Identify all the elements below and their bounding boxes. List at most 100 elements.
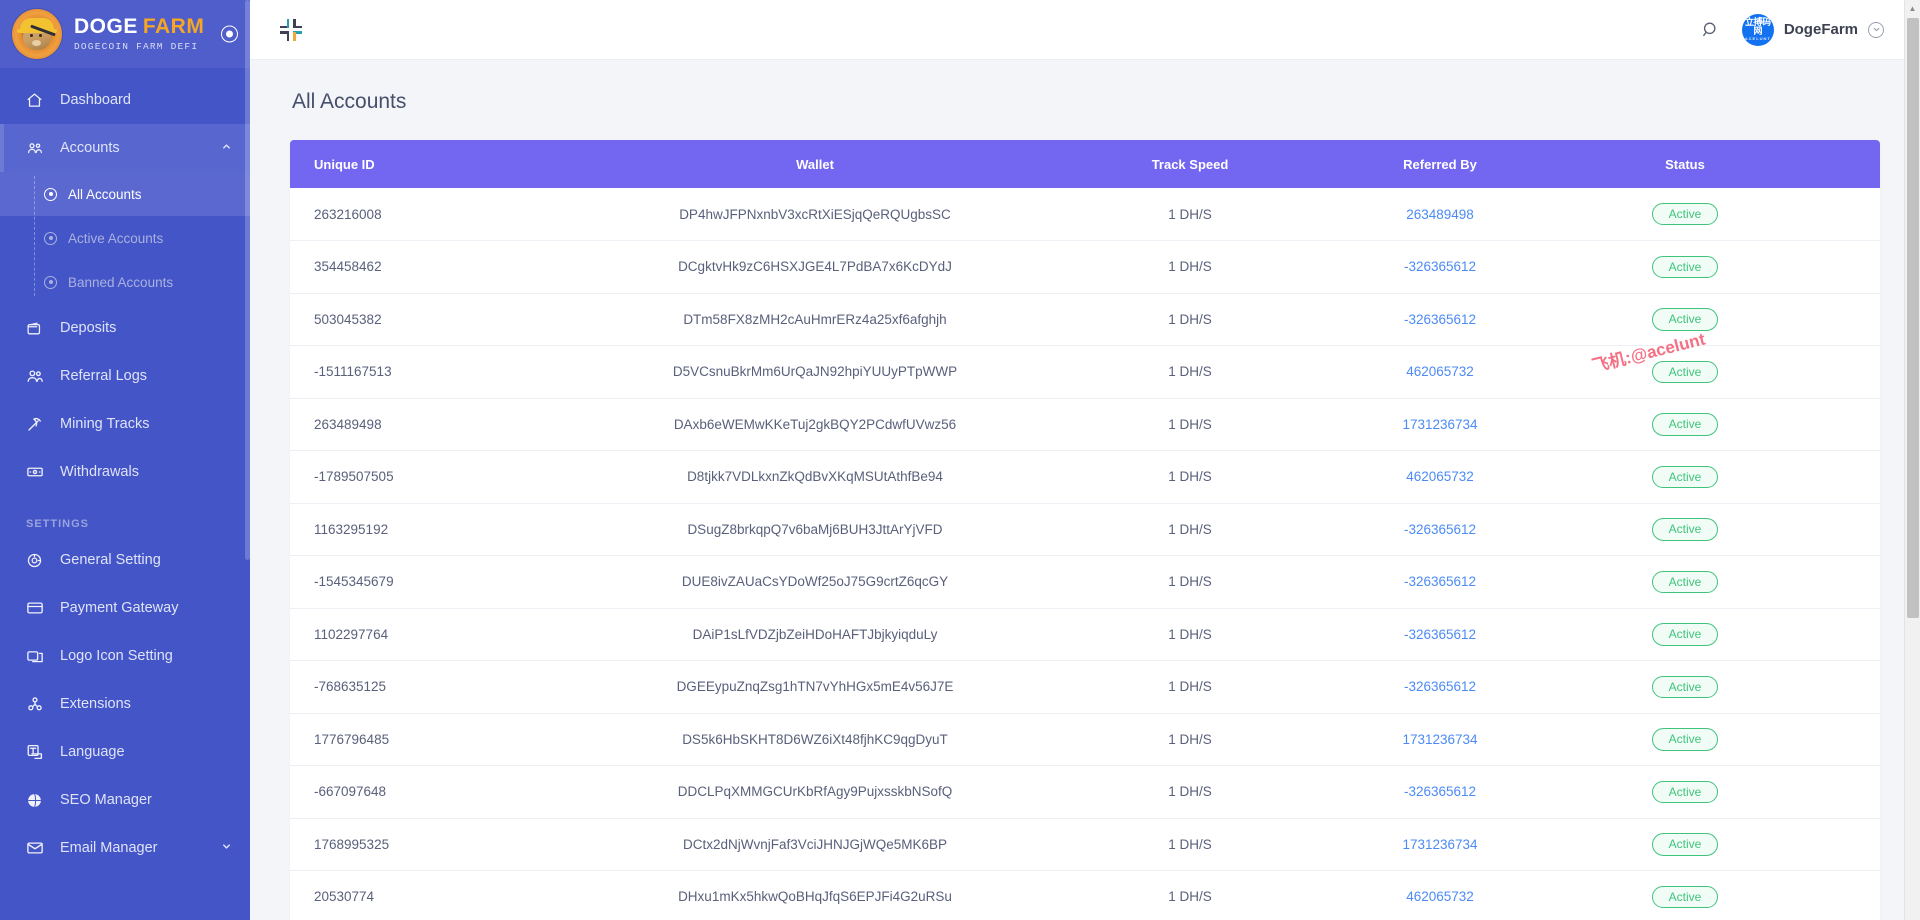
- sidebar-item-all-accounts[interactable]: All Accounts: [0, 172, 250, 216]
- sidebar-item-general-setting[interactable]: General Setting: [0, 536, 250, 584]
- table-row: -1511167513 D5VCsnuBkrMm6UrQaJN92hpiYUUyP…: [290, 345, 1880, 399]
- cell-unique-id: -1545345679: [290, 555, 560, 609]
- scroll-up-arrow-icon[interactable]: ▲: [1905, 0, 1920, 16]
- column-header-view: View: [1800, 140, 1880, 188]
- referred-by-link[interactable]: 263489498: [1406, 207, 1474, 222]
- referred-by-link[interactable]: -326365612: [1404, 627, 1476, 642]
- user-menu[interactable]: 立搏码网 ACELUNT DogeFarm: [1741, 13, 1884, 46]
- referred-by-link[interactable]: -326365612: [1404, 259, 1476, 274]
- referred-by-link[interactable]: -326365612: [1404, 312, 1476, 327]
- cell-referred-by: 263489498: [1310, 188, 1570, 241]
- cell-view: [1800, 818, 1880, 871]
- cell-track-speed: 1 DH/S: [1070, 713, 1310, 766]
- sidebar-item-language[interactable]: Language: [0, 728, 250, 776]
- page-title: All Accounts: [292, 90, 407, 113]
- cell-unique-id: -1511167513: [290, 345, 560, 399]
- accounts-submenu: All Accounts Active Accounts Banned Acco…: [0, 172, 250, 304]
- cell-track-speed: 1 DH/S: [1070, 870, 1310, 920]
- cell-wallet: D8tjkk7VDLkxnZkQdBvXKqMSUtAthfBe94: [560, 450, 1070, 504]
- column-header-referred-by: Referred By: [1310, 140, 1570, 188]
- cell-unique-id: 1768995325: [290, 818, 560, 871]
- referred-by-link[interactable]: 462065732: [1406, 469, 1474, 484]
- cell-wallet: DAxb6eWEMwKKeTuj2gkBQY2PCdwfUVwz56: [560, 398, 1070, 451]
- table-head: Unique ID Wallet Track Speed Referred By…: [290, 140, 1880, 188]
- sidebar-subitem-label: All Accounts: [68, 186, 142, 202]
- sidebar-item-label: Extensions: [60, 696, 131, 712]
- cell-unique-id: 503045382: [290, 293, 560, 346]
- extensions-icon: [26, 695, 50, 713]
- cell-track-speed: 1 DH/S: [1070, 398, 1310, 451]
- banknote-icon: [26, 463, 50, 481]
- cell-track-speed: 1 DH/S: [1070, 608, 1310, 661]
- cell-status: Active: [1570, 713, 1800, 766]
- referred-by-link[interactable]: 1731236734: [1402, 417, 1477, 432]
- collapse-sidebar-icon[interactable]: [278, 17, 304, 43]
- sidebar-item-active-accounts[interactable]: Active Accounts: [0, 216, 250, 260]
- brand-header[interactable]: DOGE FARM DOGECOIN FARM DEFI: [0, 0, 250, 68]
- status-badge: Active: [1651, 570, 1719, 593]
- cell-referred-by: -326365612: [1310, 240, 1570, 294]
- table-row: 503045382 DTm58FX8zMH2cAuHmrERz4a25xf6afg…: [290, 293, 1880, 346]
- sidebar-item-dashboard[interactable]: Dashboard: [0, 76, 250, 124]
- cell-status: Active: [1570, 398, 1800, 451]
- accounts-table: Unique ID Wallet Track Speed Referred By…: [290, 140, 1880, 920]
- cell-status: Active: [1570, 660, 1800, 714]
- sidebar-item-seo-manager[interactable]: SEO Manager: [0, 776, 250, 824]
- sidebar-item-deposits[interactable]: Deposits: [0, 304, 250, 352]
- search-icon[interactable]: [1701, 20, 1720, 39]
- status-badge: Active: [1651, 255, 1719, 278]
- target-dot-icon: [44, 275, 57, 289]
- referred-by-link[interactable]: 1731236734: [1402, 732, 1477, 747]
- cell-wallet: DSugZ8brkqpQ7v6baMj6BUH3JttArYjVFD: [560, 503, 1070, 556]
- cell-unique-id: 354458462: [290, 240, 560, 294]
- table-row: 1768995325 DCtx2dNjWvnjFaf3VciJHNJGjWQe5M…: [290, 818, 1880, 871]
- cell-view: [1800, 660, 1880, 714]
- page-scrollbar-thumb[interactable]: [1907, 18, 1919, 618]
- cell-referred-by: 1731236734: [1310, 398, 1570, 451]
- referred-by-link[interactable]: 462065732: [1406, 364, 1474, 379]
- status-badge: Active: [1651, 623, 1719, 646]
- cell-track-speed: 1 DH/S: [1070, 240, 1310, 294]
- sidebar-item-accounts[interactable]: Accounts: [0, 124, 250, 172]
- cell-wallet: DCtx2dNjWvnjFaf3VciJHNJGjWQe5MK6BP: [560, 818, 1070, 871]
- referred-by-link[interactable]: 462065732: [1406, 889, 1474, 904]
- sidebar-item-banned-accounts[interactable]: Banned Accounts: [0, 260, 250, 304]
- wallet-icon: [26, 320, 50, 337]
- table-row: -768635125 DGEEypuZnqZsg1hTN7vYhHGx5mE4v5…: [290, 660, 1880, 714]
- sidebar-item-referral-logs[interactable]: Referral Logs: [0, 352, 250, 400]
- page-scrollbar[interactable]: ▲: [1904, 0, 1920, 920]
- sidebar-item-extensions[interactable]: Extensions: [0, 680, 250, 728]
- status-badge: Active: [1651, 780, 1719, 803]
- sidebar-item-payment-gateway[interactable]: Payment Gateway: [0, 584, 250, 632]
- cell-wallet: DHxu1mKx5hkwQoBHqJfqS6EPJFi4G2uRSu: [560, 870, 1070, 920]
- sidebar-item-email-manager[interactable]: Email Manager: [0, 824, 250, 872]
- sidebar-item-mining-tracks[interactable]: Mining Tracks: [0, 400, 250, 448]
- cell-status: Active: [1570, 503, 1800, 556]
- referred-by-link[interactable]: -326365612: [1404, 679, 1476, 694]
- sidebar-item-logo-icon-setting[interactable]: Logo Icon Setting: [0, 632, 250, 680]
- column-header-wallet: Wallet: [560, 140, 1070, 188]
- cell-referred-by: -326365612: [1310, 293, 1570, 346]
- sidebar-nav: Dashboard Accounts All Accounts Active A…: [0, 68, 250, 872]
- chevron-down-circle-icon[interactable]: [1868, 21, 1884, 38]
- cell-status: Active: [1570, 870, 1800, 920]
- cell-view: [1800, 345, 1880, 399]
- referred-by-link[interactable]: 1731236734: [1402, 837, 1477, 852]
- referred-by-link[interactable]: -326365612: [1404, 522, 1476, 537]
- cell-track-speed: 1 DH/S: [1070, 818, 1310, 871]
- sidebar-item-withdrawals[interactable]: Withdrawals: [0, 448, 250, 496]
- sidebar-item-label: Withdrawals: [60, 464, 139, 480]
- radio-dot-icon[interactable]: [221, 25, 238, 43]
- table-row: 1776796485 DS5k6HbSKHT8D6WZ6iXt48fjhKC9qg…: [290, 713, 1880, 766]
- referred-by-link[interactable]: -326365612: [1404, 574, 1476, 589]
- referred-by-link[interactable]: -326365612: [1404, 784, 1476, 799]
- status-badge: Active: [1651, 675, 1719, 698]
- cell-status: Active: [1570, 240, 1800, 294]
- cell-view: [1800, 188, 1880, 241]
- sidebar-item-label: Deposits: [60, 320, 117, 336]
- cell-track-speed: 1 DH/S: [1070, 660, 1310, 714]
- cell-referred-by: 1731236734: [1310, 818, 1570, 871]
- cell-unique-id: 20530774: [290, 870, 560, 920]
- chevron-down-icon: [221, 841, 232, 855]
- cell-wallet: DP4hwJFPNxnbV3xcRtXiESjqQeRQUgbsSC: [560, 188, 1070, 241]
